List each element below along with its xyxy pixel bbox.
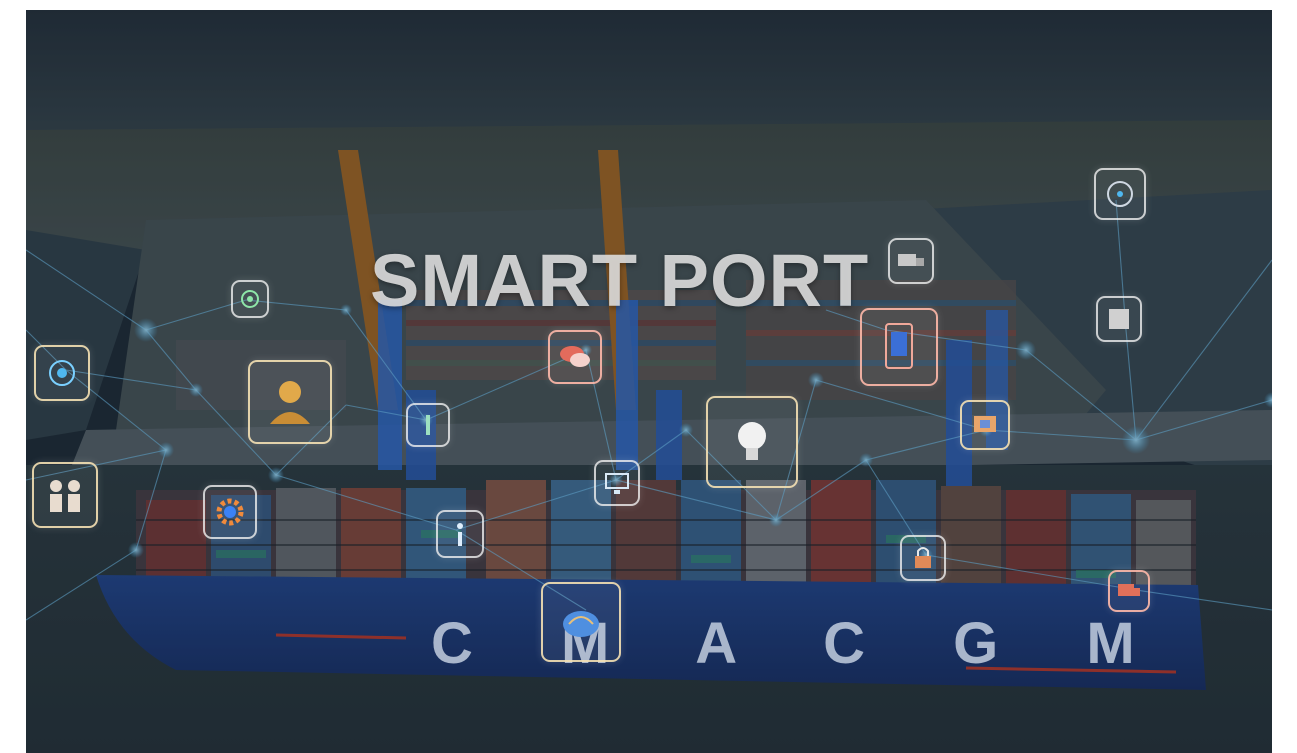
monitor-icon bbox=[594, 460, 640, 506]
gear-icon bbox=[203, 485, 257, 539]
tablet-icon bbox=[860, 308, 938, 386]
brain-icon bbox=[541, 582, 621, 662]
compass-icon bbox=[1094, 168, 1146, 220]
monitor-icon bbox=[960, 400, 1010, 450]
info-icon bbox=[436, 510, 484, 558]
chat-icon bbox=[548, 330, 602, 384]
target-icon bbox=[34, 345, 90, 401]
chip-icon bbox=[1096, 296, 1142, 342]
truck-icon bbox=[1108, 570, 1150, 612]
truck-icon bbox=[888, 238, 934, 284]
info-icon bbox=[406, 403, 450, 447]
people-icon bbox=[32, 462, 98, 528]
person-icon bbox=[248, 360, 332, 444]
smart-port-title: SMART PORT bbox=[370, 239, 870, 322]
lock-icon bbox=[900, 535, 946, 581]
lightbulb-icon bbox=[706, 396, 798, 488]
target-icon bbox=[231, 280, 269, 318]
image-frame: SMART PORT C M A C G M bbox=[26, 10, 1272, 753]
